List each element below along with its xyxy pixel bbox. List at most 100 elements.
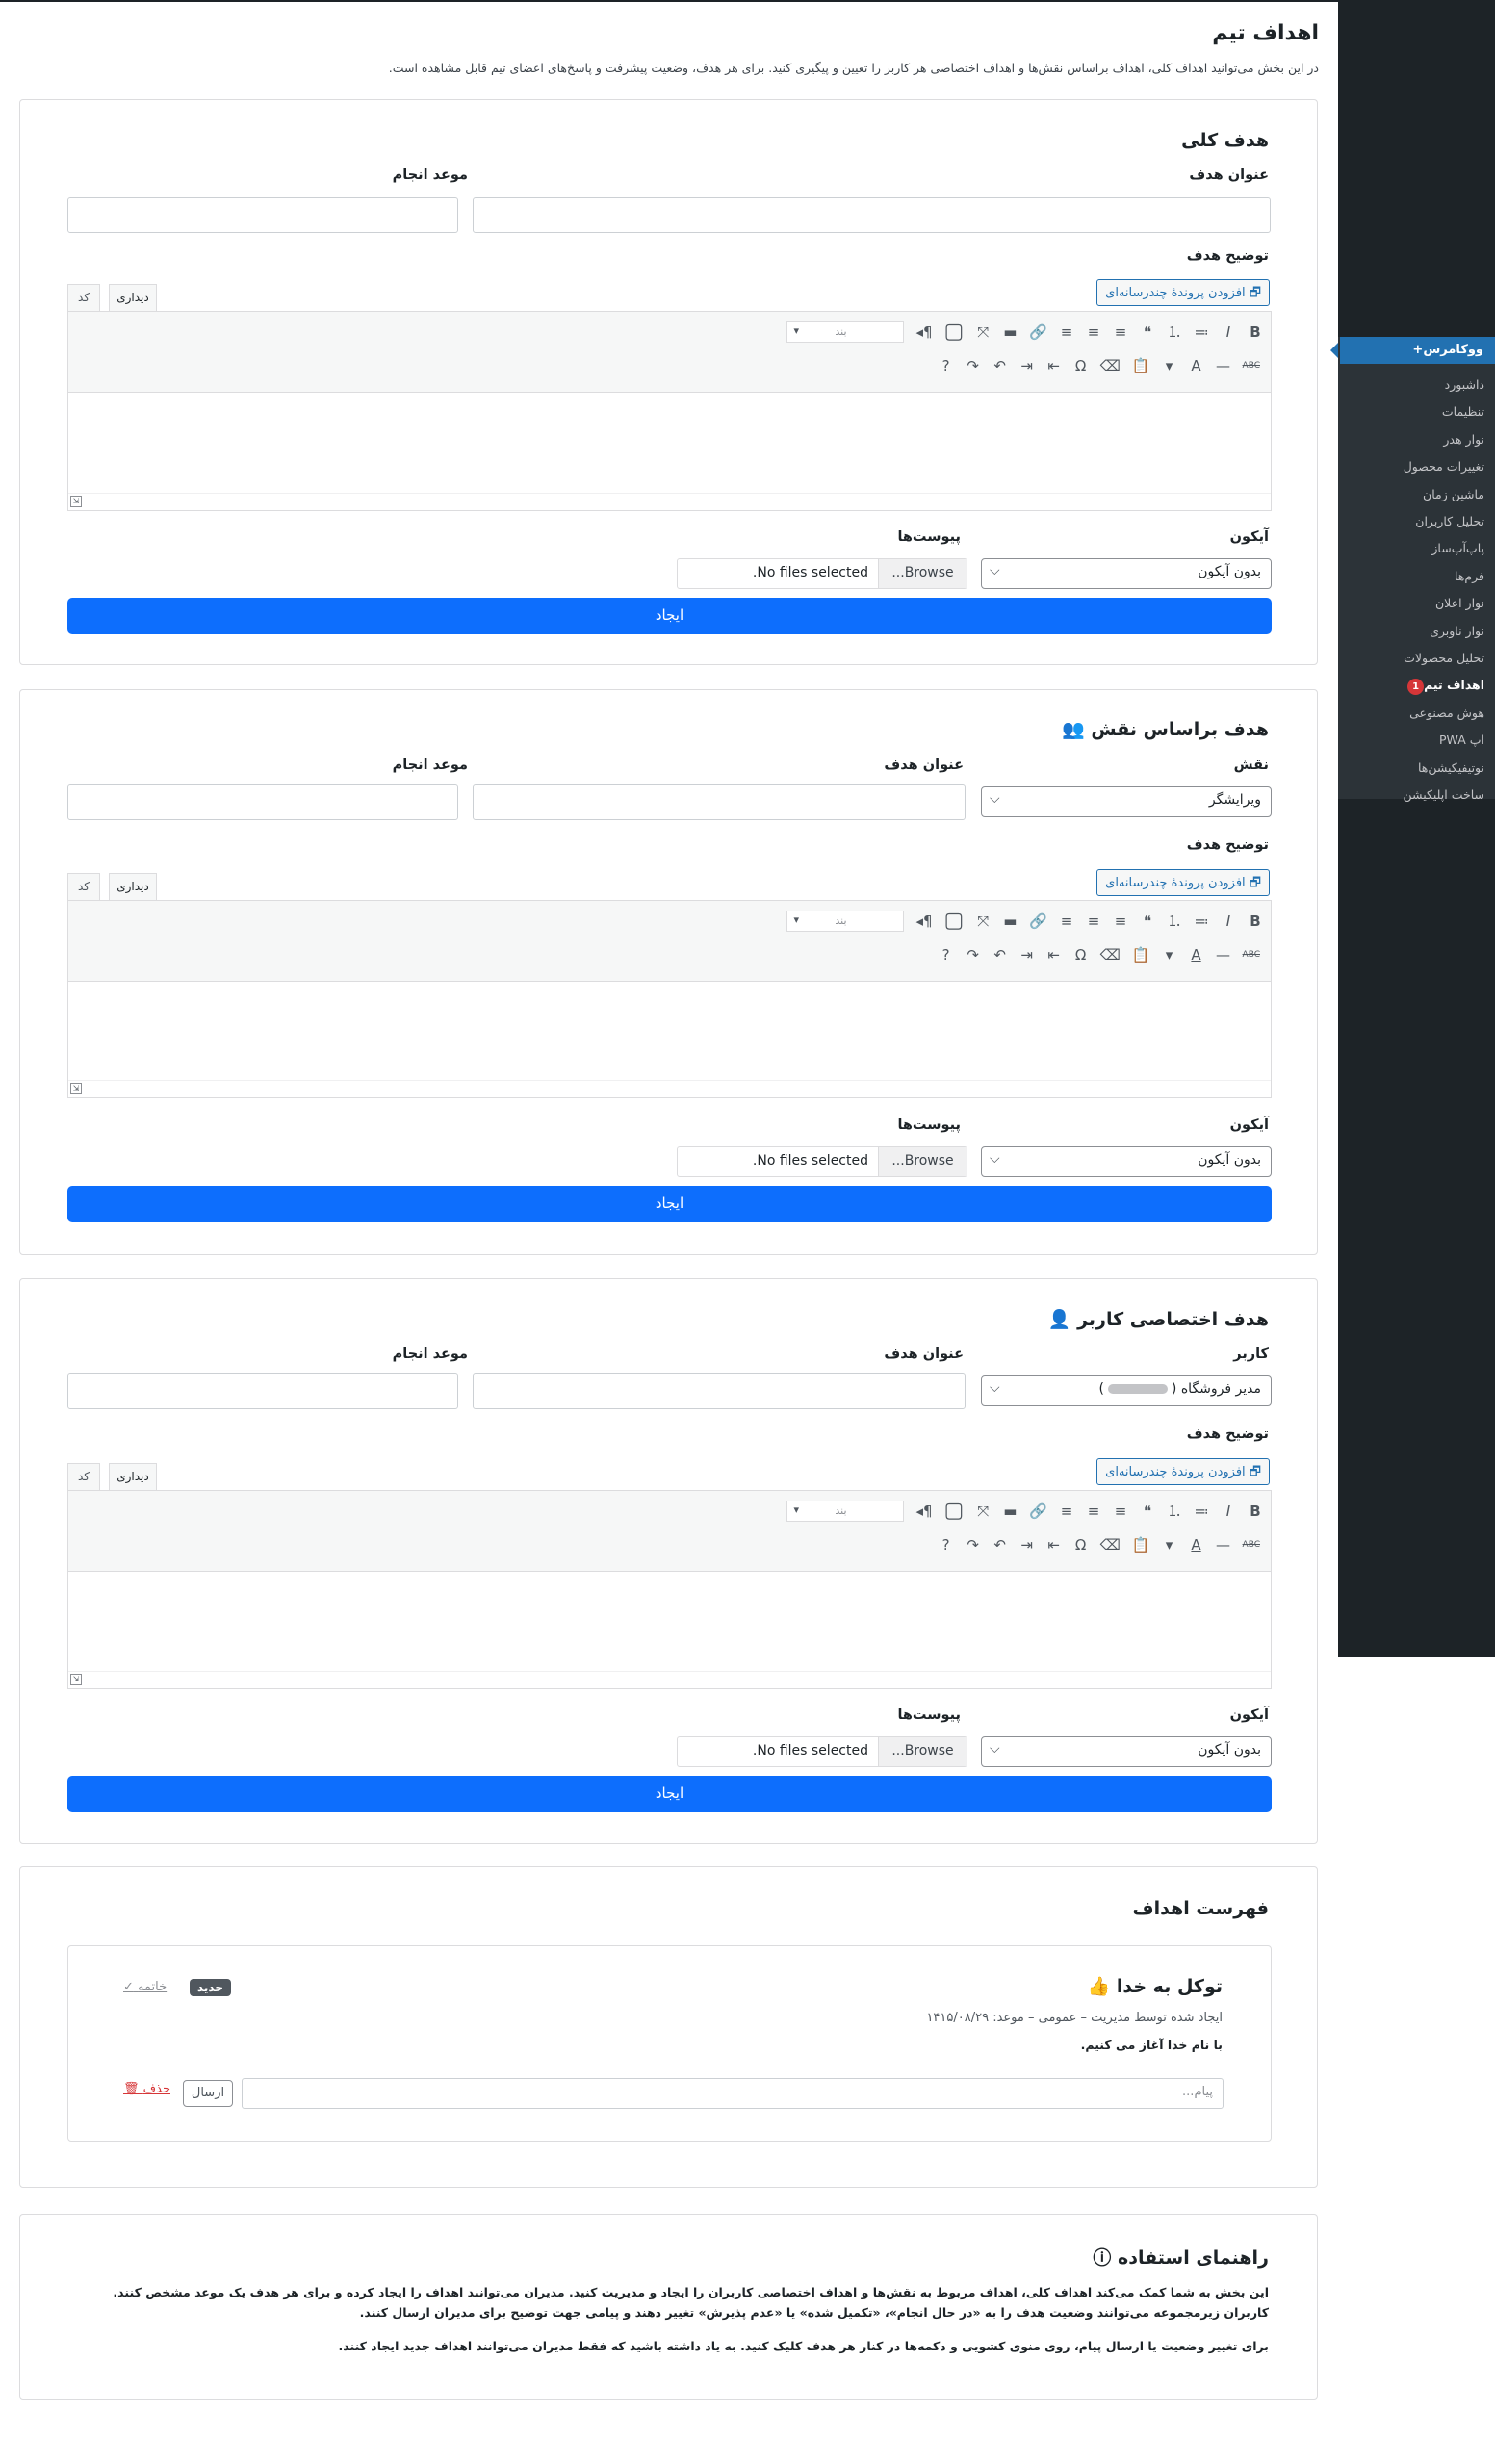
send-button[interactable]: ارسال — [183, 2080, 233, 2107]
toolbar-button-icon[interactable]: ⇥ — [1019, 946, 1035, 963]
toolbar-button-icon[interactable]: ≡ — [1113, 1502, 1128, 1520]
toolbar-button-icon[interactable]: ▬ — [1002, 323, 1018, 341]
toolbar-button-icon[interactable]: ⒈ — [1167, 911, 1182, 931]
sidebar-item[interactable]: داشبورد — [1340, 377, 1484, 392]
toolbar-button-icon[interactable]: ⤧ — [975, 912, 991, 930]
sidebar-item[interactable]: اهداف تیم1 — [1340, 678, 1484, 696]
icon-select[interactable]: بدون آیکون ⌵ — [981, 1146, 1272, 1177]
tab-visual[interactable]: دیداری — [109, 873, 157, 900]
format-select[interactable]: بند — [786, 910, 905, 932]
toolbar-button-icon[interactable]: ⇥ — [1019, 357, 1035, 374]
create-general-goal-button[interactable]: ایجاد — [67, 598, 1272, 634]
toolbar-button-icon[interactable]: ⒈ — [1167, 1501, 1182, 1521]
toolbar-button-icon[interactable]: ↶ — [992, 357, 1008, 374]
toolbar-button-icon[interactable]: ▢ — [944, 1499, 965, 1523]
description-editor[interactable]: BI ≔ ⒈ ❝ ≡ ≡ ≡ 🔗 ▬ ⤧ ▢ ¶◂ بند ABC — A ▾ 📋 ⌫ Ω ⇤ ⇥ ↶ ↷? ⇲ — [67, 311, 1272, 511]
toolbar-button-icon[interactable]: ≡ — [1059, 912, 1074, 930]
toolbar-button-icon[interactable]: Ω — [1073, 1536, 1089, 1553]
add-media-button[interactable]: 🗗 افزودن پروندهٔ چندرسانه‌ای — [1096, 869, 1270, 896]
goal-title-input[interactable] — [473, 784, 966, 820]
toolbar-button-icon[interactable]: 🔗 — [1029, 323, 1047, 341]
toolbar-button-icon[interactable]: ≡ — [1086, 912, 1101, 930]
toolbar-button-icon[interactable]: 📋 — [1132, 357, 1150, 374]
sidebar-item[interactable]: تغییرات محصول — [1340, 459, 1484, 474]
tab-visual[interactable]: دیداری — [109, 284, 157, 311]
deadline-input[interactable] — [67, 1373, 458, 1409]
add-media-button[interactable]: 🗗 افزودن پروندهٔ چندرسانه‌ای — [1096, 279, 1270, 306]
resize-handle-icon[interactable]: ⇲ — [70, 496, 82, 507]
toolbar-button-icon[interactable]: I — [1221, 1502, 1236, 1520]
toolbar-button-icon[interactable]: A — [1189, 946, 1204, 963]
sidebar-item[interactable]: نوار ناوبری — [1340, 624, 1484, 638]
sidebar-menu-title[interactable]: ووکامرس+ — [1340, 337, 1495, 364]
toolbar-button-icon[interactable]: Ω — [1073, 357, 1089, 374]
resize-handle-icon[interactable]: ⇲ — [70, 1674, 82, 1685]
toolbar-button-icon[interactable]: ▢ — [944, 909, 965, 933]
goal-title-input[interactable] — [473, 197, 1271, 233]
finish-link[interactable]: خاتمه ✓ — [123, 1980, 167, 1994]
sidebar-item[interactable]: نوار هدر — [1340, 432, 1484, 447]
browse-button[interactable]: Browse... — [878, 1737, 967, 1766]
attachments-file-input[interactable]: Browse... No files selected. — [677, 558, 967, 589]
tab-visual[interactable]: دیداری — [109, 1463, 157, 1490]
toolbar-button-icon[interactable]: ▬ — [1002, 912, 1018, 930]
sidebar-item[interactable]: اپ PWA — [1340, 732, 1484, 747]
toolbar-button-icon[interactable]: ⌫ — [1100, 1536, 1121, 1553]
add-media-button[interactable]: 🗗 افزودن پروندهٔ چندرسانه‌ای — [1096, 1458, 1270, 1485]
toolbar-button-icon[interactable]: ⇤ — [1046, 1536, 1062, 1553]
toolbar-button-icon[interactable]: ↷ — [966, 357, 981, 374]
sidebar-item[interactable]: تحلیل کاربران — [1340, 514, 1484, 528]
toolbar-button-icon[interactable]: ABC — [1243, 361, 1260, 371]
toolbar-button-icon[interactable]: ≡ — [1059, 323, 1074, 341]
resize-handle-icon[interactable]: ⇲ — [70, 1083, 82, 1094]
browse-button[interactable]: Browse... — [878, 1147, 967, 1176]
toolbar-button-icon[interactable]: ⌫ — [1100, 946, 1121, 963]
toolbar-button-icon[interactable]: ▢ — [944, 320, 965, 344]
toolbar-button-icon[interactable]: B — [1248, 912, 1263, 930]
toolbar-button-icon[interactable]: ≔ — [1194, 912, 1209, 930]
toolbar-button-icon[interactable]: ABC — [1243, 1540, 1260, 1550]
toolbar-button-icon[interactable]: ≡ — [1059, 1502, 1074, 1520]
toolbar-button-icon[interactable]: ≡ — [1113, 323, 1128, 341]
toolbar-button-icon[interactable]: — — [1216, 357, 1231, 374]
toolbar-button-icon[interactable]: B — [1248, 1502, 1263, 1520]
role-select[interactable]: ویرایشگر ⌵ — [981, 786, 1272, 817]
toolbar-button-icon[interactable]: ❝ — [1140, 912, 1155, 930]
toolbar-button-icon[interactable]: ≔ — [1194, 1502, 1209, 1520]
toolbar-button-icon[interactable]: ▾ — [1162, 357, 1177, 374]
delete-link[interactable]: حذف 🗑 — [123, 2082, 170, 2096]
toolbar-button-icon[interactable]: ≔ — [1194, 323, 1209, 341]
tab-code[interactable]: کد — [67, 873, 100, 900]
toolbar-button-icon[interactable]: ❝ — [1140, 1502, 1155, 1520]
toolbar-button-icon[interactable]: I — [1221, 912, 1236, 930]
sidebar-item[interactable]: هوش مصنوعی — [1340, 706, 1484, 720]
sidebar-item[interactable]: نوتیفیکیشن‌ها — [1340, 760, 1484, 775]
create-user-goal-button[interactable]: ایجاد — [67, 1776, 1272, 1812]
toolbar-button-icon[interactable]: ≡ — [1086, 323, 1101, 341]
sidebar-item[interactable]: ماشین زمان — [1340, 487, 1484, 501]
sidebar-item[interactable]: تحلیل محصولات — [1340, 651, 1484, 665]
toolbar-button-icon[interactable]: ⒈ — [1167, 321, 1182, 342]
deadline-input[interactable] — [67, 784, 458, 820]
toolbar-button-icon[interactable]: ? — [939, 1536, 954, 1553]
toolbar-button-icon[interactable]: ▬ — [1002, 1502, 1018, 1520]
sidebar-item[interactable]: نوار اعلان — [1340, 596, 1484, 610]
attachments-file-input[interactable]: Browse... No files selected. — [677, 1146, 967, 1177]
deadline-input[interactable] — [67, 197, 458, 233]
create-role-goal-button[interactable]: ایجاد — [67, 1186, 1272, 1222]
tab-code[interactable]: کد — [67, 284, 100, 311]
user-select[interactable]: مدیر فروشگاه () ⌵ — [981, 1375, 1272, 1406]
toolbar-button-icon[interactable]: ≡ — [1113, 912, 1128, 930]
toolbar-button-icon[interactable]: ⌫ — [1100, 357, 1121, 374]
browse-button[interactable]: Browse... — [878, 559, 967, 588]
goal-title-input[interactable] — [473, 1373, 966, 1409]
format-select[interactable]: بند — [786, 321, 905, 343]
toolbar-button-icon[interactable]: ¶◂ — [915, 323, 932, 341]
toolbar-button-icon[interactable]: ↷ — [966, 1536, 981, 1553]
toolbar-button-icon[interactable]: ⤧ — [975, 323, 991, 341]
toolbar-button-icon[interactable]: B — [1248, 323, 1263, 341]
description-editor[interactable]: BI ≔ ⒈ ❝ ≡ ≡ ≡ 🔗 ▬ ⤧ ▢ ¶◂ بند ABC — A ▾ 📋 ⌫ Ω ⇤ ⇥ ↶ ↷? ⇲ — [67, 900, 1272, 1098]
toolbar-button-icon[interactable]: ABC — [1243, 950, 1260, 960]
message-input[interactable]: پیام... — [242, 2078, 1224, 2109]
sidebar-item[interactable]: پاپ‌آپ‌ساز — [1340, 541, 1484, 555]
